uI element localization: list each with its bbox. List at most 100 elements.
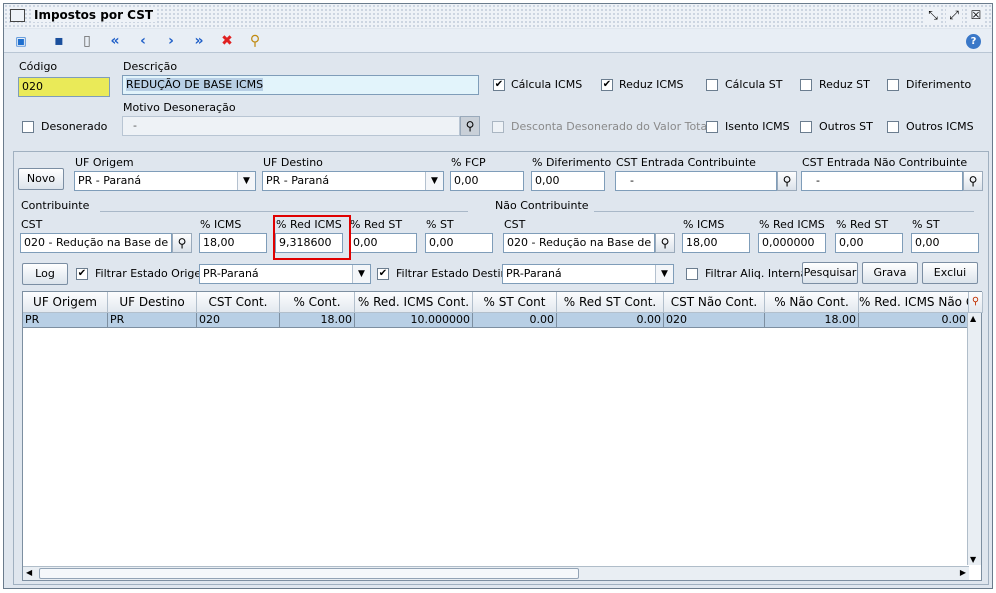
column-header[interactable]: % Red ST Cont. xyxy=(557,292,664,313)
outros-icms-label: Outros ICMS xyxy=(906,120,974,133)
filtrar-origem-checkbox[interactable]: ✔ xyxy=(76,268,88,280)
filtrar-aliq-label: Filtrar Aliq. Internas xyxy=(705,267,813,280)
icms-nao-contribuinte-input[interactable]: 18,00 xyxy=(682,233,750,253)
calcula-st-label: Cálcula ST xyxy=(725,78,783,91)
uf-destino-select[interactable]: PR - Paraná ▼ xyxy=(262,171,444,191)
red-st-nao-contribuinte-input[interactable]: 0,00 xyxy=(835,233,903,253)
column-header[interactable]: % Red. ICMS Cont. xyxy=(355,292,473,313)
column-header[interactable]: % Red. ICMS Não C xyxy=(859,292,969,313)
st-nao-contribuinte-input[interactable]: 0,00 xyxy=(911,233,979,253)
table-cell: 0.00 xyxy=(557,313,664,328)
title-bar: Impostos por CST ⤡ ⤢ ☒ xyxy=(4,4,992,28)
toolbar: ▣ ▪ ▯ « ‹ › » ✖ ⚲ ? xyxy=(4,29,992,53)
diferimento-checkbox[interactable] xyxy=(887,79,899,91)
restore-icon[interactable]: ⤢ xyxy=(946,8,962,23)
cst-nao-contribuinte-search-icon[interactable]: ⚲ xyxy=(655,233,675,253)
chevron-down-icon[interactable]: ▼ xyxy=(425,172,443,190)
fcp-input[interactable]: 0,00 xyxy=(450,171,524,191)
reduz-icms-checkbox[interactable]: ✔ xyxy=(601,79,613,91)
filtro-destino-select[interactable]: PR-Paraná ▼ xyxy=(502,264,674,284)
column-header[interactable]: UF Destino xyxy=(108,292,197,313)
cst-contribuinte-label: CST xyxy=(21,218,43,231)
exclui-button[interactable]: Exclui xyxy=(922,262,978,284)
pesquisar-button[interactable]: Pesquisar xyxy=(802,262,858,284)
reduz-icms-label: Reduz ICMS xyxy=(619,78,684,91)
cst-entrada-nao-contribuinte-search-icon[interactable]: ⚲ xyxy=(963,171,983,191)
motivo-input[interactable]: - xyxy=(122,116,460,136)
scroll-left-icon[interactable]: ◀ xyxy=(26,568,32,577)
contribuinte-separator xyxy=(100,211,468,212)
uf-origem-value: PR - Paraná xyxy=(78,174,142,187)
st-contribuinte-input[interactable]: 0,00 xyxy=(425,233,493,253)
nao-contribuinte-section-label: Não Contribuinte xyxy=(495,199,589,212)
codigo-input[interactable]: 020 xyxy=(18,77,110,97)
column-header[interactable]: % ST Cont xyxy=(473,292,557,313)
uf-destino-label: UF Destino xyxy=(263,156,323,169)
uf-destino-value: PR - Paraná xyxy=(266,174,330,187)
calcula-icms-checkbox[interactable]: ✔ xyxy=(493,79,505,91)
close-icon[interactable]: ☒ xyxy=(968,8,984,23)
scroll-thumb[interactable] xyxy=(39,568,579,579)
outros-st-checkbox[interactable] xyxy=(800,121,812,133)
search-icon[interactable]: ⚲ xyxy=(246,32,264,50)
chevron-down-icon[interactable]: ▼ xyxy=(655,265,673,283)
isento-label: Isento ICMS xyxy=(725,120,790,133)
uf-origem-label: UF Origem xyxy=(75,156,134,169)
icms-contribuinte-input[interactable]: 18,00 xyxy=(199,233,267,253)
minimize-icon[interactable]: ⤡ xyxy=(925,8,941,23)
horizontal-scrollbar[interactable]: ◀ ▶ xyxy=(23,566,969,580)
grava-button[interactable]: Grava xyxy=(862,262,918,284)
reduz-st-label: Reduz ST xyxy=(819,78,870,91)
uf-origem-select[interactable]: PR - Paraná ▼ xyxy=(74,171,256,191)
diferimento-pct-input[interactable]: 0,00 xyxy=(531,171,605,191)
outros-icms-checkbox[interactable] xyxy=(887,121,899,133)
reduz-st-checkbox[interactable] xyxy=(800,79,812,91)
novo-button[interactable]: Novo xyxy=(18,168,64,190)
cst-nao-contribuinte-input[interactable]: 020 - Redução na Base de Cá xyxy=(503,233,655,253)
save-icon[interactable]: ▪ xyxy=(50,32,68,50)
column-header[interactable]: % Não Cont. xyxy=(765,292,859,313)
chevron-down-icon[interactable]: ▼ xyxy=(237,172,255,190)
filtro-origem-select[interactable]: PR-Paraná ▼ xyxy=(199,264,371,284)
desonerado-checkbox[interactable] xyxy=(22,121,34,133)
log-button[interactable]: Log xyxy=(22,263,68,285)
first-record-icon[interactable]: « xyxy=(106,32,124,50)
chevron-down-icon[interactable]: ▼ xyxy=(352,265,370,283)
cst-contribuinte-input[interactable]: 020 - Redução na Base de Cá xyxy=(20,233,172,253)
calcula-st-checkbox[interactable] xyxy=(706,79,718,91)
window-icon xyxy=(10,9,25,22)
filtrar-origem-label: Filtrar Estado Origem xyxy=(95,267,212,280)
isento-checkbox[interactable] xyxy=(706,121,718,133)
cst-entrada-contribuinte-input[interactable]: - xyxy=(615,171,777,191)
cst-entrada-nao-contribuinte-input[interactable]: - xyxy=(801,171,963,191)
previous-record-icon[interactable]: ‹ xyxy=(134,32,152,50)
motivo-lookup-icon: ⚲ xyxy=(460,116,480,136)
vertical-scrollbar[interactable]: ▲ ▼ xyxy=(967,313,981,565)
cst-entrada-contribuinte-search-icon[interactable]: ⚲ xyxy=(777,171,797,191)
results-table[interactable]: UF Origem UF Destino CST Cont. % Cont. %… xyxy=(22,291,983,581)
scroll-right-icon[interactable]: ▶ xyxy=(960,568,966,577)
motivo-label: Motivo Desoneração xyxy=(123,101,236,114)
next-record-icon[interactable]: › xyxy=(162,32,180,50)
filtrar-aliq-checkbox[interactable] xyxy=(686,268,698,280)
column-header[interactable]: CST Cont. xyxy=(197,292,280,313)
descricao-input[interactable]: REDUÇÃO DE BASE ICMS xyxy=(122,75,479,95)
last-record-icon[interactable]: » xyxy=(190,32,208,50)
delete-icon[interactable]: ✖ xyxy=(218,32,236,50)
column-header[interactable]: CST Não Cont. xyxy=(664,292,765,313)
window-title: Impostos por CST xyxy=(32,8,156,22)
filtrar-destino-checkbox[interactable]: ✔ xyxy=(377,268,389,280)
red-icms-nao-contribuinte-input[interactable]: 0,000000 xyxy=(758,233,826,253)
scroll-down-icon[interactable]: ▼ xyxy=(970,555,976,564)
filtro-destino-value: PR-Paraná xyxy=(506,267,562,280)
new-document-icon[interactable]: ▯ xyxy=(78,32,96,50)
column-header[interactable]: % Cont. xyxy=(280,292,355,313)
column-header[interactable]: UF Origem xyxy=(23,292,108,313)
cst-nao-contribuinte-label: CST xyxy=(504,218,526,231)
exit-icon[interactable]: ▣ xyxy=(12,32,30,50)
red-st-contribuinte-input[interactable]: 0,00 xyxy=(349,233,417,253)
scroll-up-icon[interactable]: ▲ xyxy=(970,314,976,323)
help-icon[interactable]: ? xyxy=(966,34,981,49)
column-chooser-icon[interactable]: ⚲ xyxy=(969,292,983,313)
cst-contribuinte-search-icon[interactable]: ⚲ xyxy=(172,233,192,253)
